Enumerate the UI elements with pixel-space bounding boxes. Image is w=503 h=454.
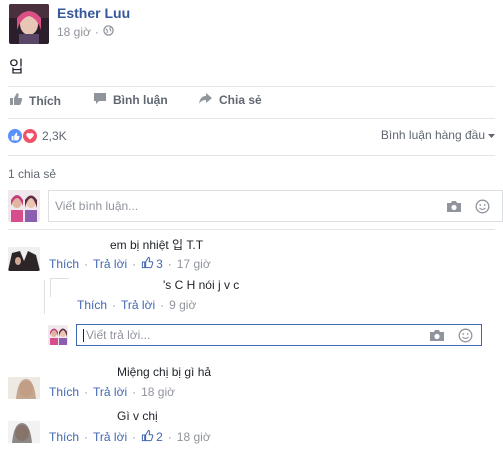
caret-down-icon xyxy=(488,128,495,142)
comment-button[interactable]: Bình luận xyxy=(93,92,168,108)
comment-time[interactable]: 18 giờ xyxy=(141,385,175,399)
camera-icon[interactable] xyxy=(446,200,462,216)
commenter-avatar[interactable] xyxy=(8,421,40,443)
post-meta: 18 giờ · xyxy=(57,25,114,39)
reply-input[interactable]: Viết trả lời... xyxy=(76,324,482,346)
comment-likes-count: 3 xyxy=(156,257,163,271)
comment-composer: Viết bình luận... xyxy=(8,190,503,222)
post-actions: Thích Bình luận Chia sẻ xyxy=(0,92,503,116)
viewer-avatar-small xyxy=(48,325,68,345)
reply-avatar[interactable] xyxy=(50,278,69,297)
sort-label: Bình luận hàng đầu xyxy=(380,128,485,142)
comment-meta: Thích · Trả lời · 2 · 18 giờ xyxy=(49,429,211,445)
reply-text: 's C H nói j v c xyxy=(163,278,240,292)
comment-time[interactable]: 18 giờ xyxy=(177,430,211,444)
love-reaction-icon xyxy=(22,128,38,144)
comment-reply-link[interactable]: Trả lời xyxy=(93,385,127,399)
comment-sort-dropdown[interactable]: Bình luận hàng đầu xyxy=(381,128,495,142)
comment-like-link[interactable]: Thích xyxy=(49,257,79,271)
reactions-summary[interactable]: 2,3K xyxy=(8,128,67,144)
emoji-icon[interactable] xyxy=(475,199,490,217)
comment-label: Bình luận xyxy=(113,93,168,107)
reply-meta: Thích · Trả lời · 9 giờ xyxy=(77,298,197,312)
post-body: 입 xyxy=(9,59,24,76)
emoji-icon[interactable] xyxy=(458,328,473,346)
camera-icon[interactable] xyxy=(429,329,445,345)
like-reaction-icon xyxy=(8,129,22,143)
text-cursor xyxy=(83,328,84,342)
share-label: Chia sẻ xyxy=(219,93,262,107)
speech-bubble-icon xyxy=(93,92,107,108)
comment-likes-count: 2 xyxy=(156,430,163,444)
comment-placeholder: Viết bình luận... xyxy=(55,199,139,213)
commenter-avatar[interactable] xyxy=(8,247,40,271)
thumbs-up-icon xyxy=(9,92,23,109)
comment-time[interactable]: 17 giờ xyxy=(177,257,211,271)
comment-meta: Thích · Trả lời · 18 giờ xyxy=(49,385,175,399)
comment-likes[interactable]: 2 xyxy=(141,429,163,445)
commenter-avatar[interactable] xyxy=(8,377,40,399)
comment-reply-link[interactable]: Trả lời xyxy=(93,257,127,271)
author-name[interactable]: Esther Luu xyxy=(57,5,130,21)
divider xyxy=(8,86,495,87)
share-button[interactable]: Chia sẻ xyxy=(198,92,262,108)
reply-time[interactable]: 9 giờ xyxy=(169,298,196,312)
globe-icon[interactable] xyxy=(103,25,114,39)
divider xyxy=(8,229,495,230)
comment-like-link[interactable]: Thích xyxy=(49,385,79,399)
like-outline-icon xyxy=(141,429,154,445)
comment-text: Miệng chị bị gì hả xyxy=(117,365,212,379)
author-avatar[interactable] xyxy=(9,4,49,44)
post-time[interactable]: 18 giờ xyxy=(57,25,91,39)
share-arrow-icon xyxy=(198,92,213,108)
reply-reply-link[interactable]: Trả lời xyxy=(121,298,155,312)
share-count[interactable]: 1 chia sẻ xyxy=(8,167,56,181)
reply-like-link[interactable]: Thích xyxy=(77,298,107,312)
comment-text: Gì v chị xyxy=(117,409,158,423)
like-outline-icon xyxy=(141,256,154,272)
comment-like-link[interactable]: Thích xyxy=(49,430,79,444)
comment-text: em bị nhiệt 입 T.T xyxy=(110,238,204,252)
like-label: Thích xyxy=(29,93,61,108)
divider xyxy=(8,118,495,119)
comment-meta: Thích · Trả lời · 3 · 17 giờ xyxy=(49,256,211,272)
viewer-avatar xyxy=(8,190,40,222)
comment-likes[interactable]: 3 xyxy=(141,256,163,272)
divider xyxy=(8,155,495,156)
reactions-count: 2,3K xyxy=(42,129,67,143)
comment-reply-link[interactable]: Trả lời xyxy=(93,430,127,444)
reply-placeholder: Viết trả lời... xyxy=(86,328,151,342)
comment-input[interactable]: Viết bình luận... xyxy=(48,190,503,222)
reply-composer: Viết trả lời... xyxy=(48,324,482,346)
reply-rail xyxy=(44,280,45,314)
like-button[interactable]: Thích xyxy=(9,92,61,109)
